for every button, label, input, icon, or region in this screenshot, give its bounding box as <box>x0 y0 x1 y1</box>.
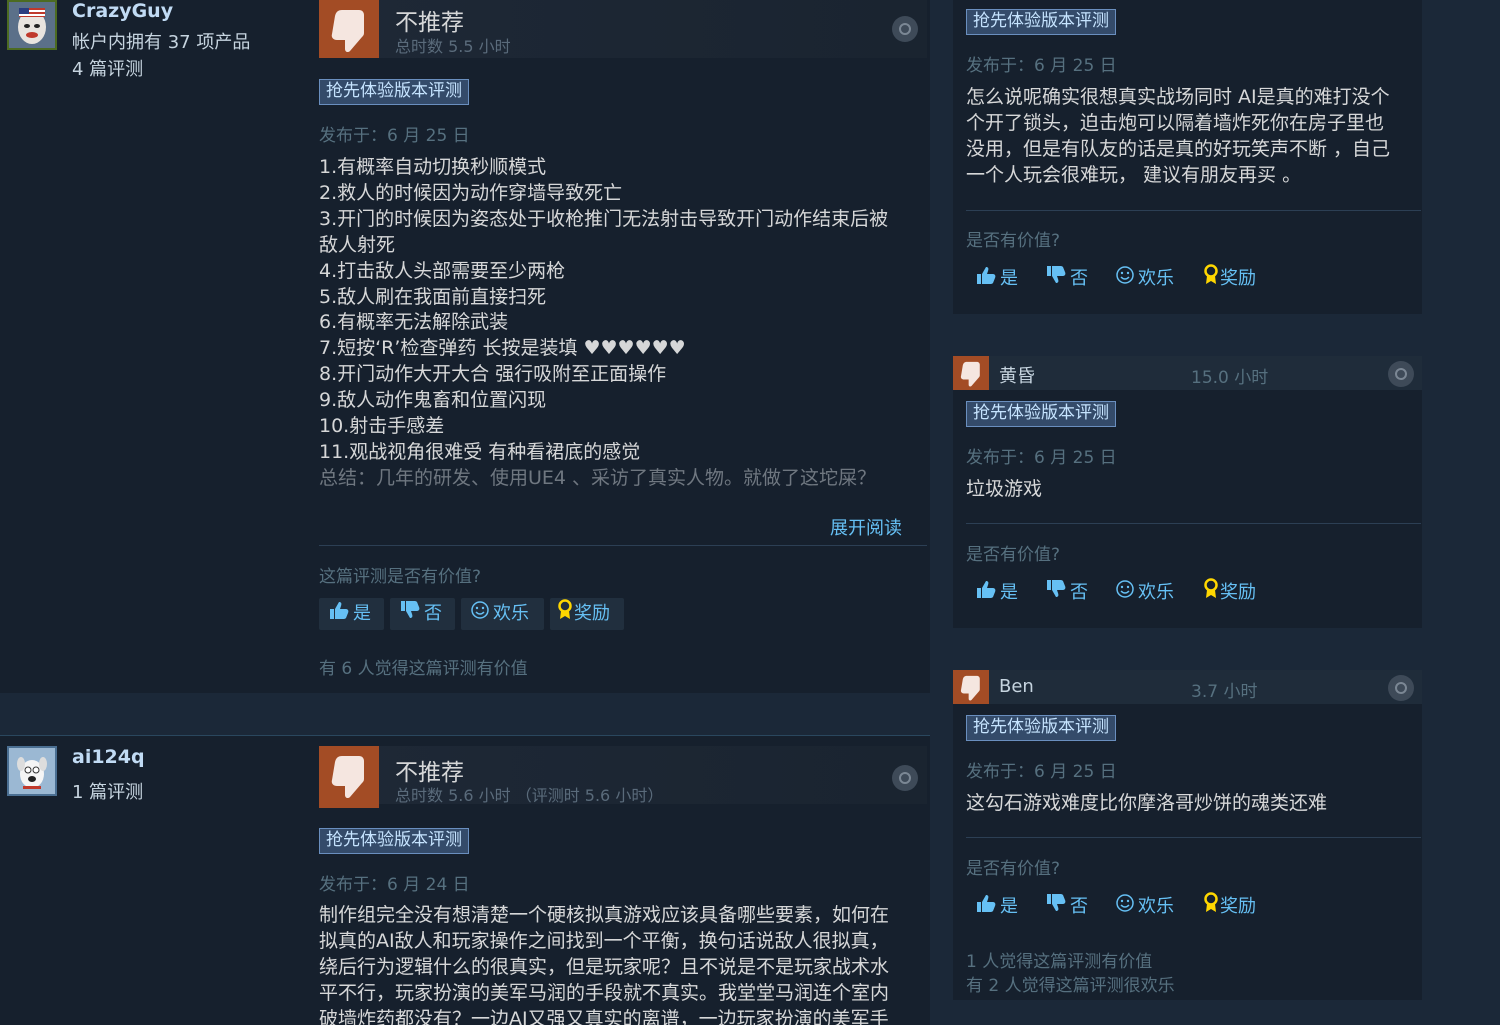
posted-date: 发布于：6 月 24 日 <box>319 875 470 895</box>
early-access-badge: 抢先体验版本评测 <box>319 828 469 854</box>
author-name[interactable]: CrazyGuy <box>72 0 173 22</box>
thumbs-down-icon <box>1046 891 1066 923</box>
divider <box>966 210 1421 211</box>
award-button[interactable]: 奖励 <box>1196 263 1256 295</box>
posted-date: 发布于：6 月 25 日 <box>966 56 1117 76</box>
vote-header[interactable]: 不推荐 总时数 5.5 小时 <box>319 0 927 58</box>
early-access-badge: 抢先体验版本评测 <box>966 401 1116 427</box>
vote-no-button[interactable]: 否 <box>390 598 455 630</box>
author-name[interactable]: ai124q <box>72 746 145 768</box>
thumbs-up-icon <box>329 598 349 630</box>
divider <box>966 523 1421 524</box>
found-helpful: 1 人觉得这篇评测有价值 <box>966 952 1153 972</box>
review-content: 垃圾游戏 <box>966 478 1043 500</box>
steam-icon <box>892 16 918 42</box>
vote-no-button[interactable]: 否 <box>1036 263 1088 295</box>
award-button[interactable]: 奖励 <box>1196 891 1256 923</box>
thumb-down-icon <box>953 670 989 704</box>
reviewer-name[interactable]: 黄昏 <box>999 362 1035 388</box>
award-ribbon-icon <box>558 598 572 630</box>
award-button[interactable]: 奖励 <box>550 598 624 630</box>
posted-date: 发布于：6 月 25 日 <box>319 126 470 146</box>
helpful-question: 是否有价值? <box>966 231 1061 251</box>
thumbs-up-icon <box>976 891 996 923</box>
vote-yes-button[interactable]: 是 <box>966 263 1018 295</box>
playtime: 总时数 5.6 小时 （评测时 5.6 小时） <box>395 786 664 805</box>
thumbs-up-icon <box>976 577 996 609</box>
award-ribbon-icon <box>1204 263 1218 295</box>
helpful-question: 是否有价值? <box>966 545 1061 565</box>
vote-funny-button[interactable]: 欢乐 <box>1106 577 1174 609</box>
vote-title: 不推荐 <box>395 10 464 36</box>
author-reviews[interactable]: 1 篇评测 <box>72 778 143 804</box>
reviewer-name[interactable]: Ben <box>999 676 1034 697</box>
early-access-badge: 抢先体验版本评测 <box>319 79 469 105</box>
vote-funny-button[interactable]: 欢乐 <box>1106 891 1174 923</box>
found-funny: 有 2 人觉得这篇评测很欢乐 <box>966 976 1175 996</box>
award-ribbon-icon <box>1204 577 1218 609</box>
author-products[interactable]: 帐户内拥有 37 项产品 <box>72 28 250 54</box>
vote-funny-button[interactable]: 欢乐 <box>461 598 544 630</box>
playtime: 3.7 小时 <box>1191 682 1258 702</box>
review-content: 制作组完全没有想清楚一个硬核拟真游戏应该具备哪些要素，如何在 拟真的AI敌人和玩… <box>319 904 890 1025</box>
vote-funny-button[interactable]: 欢乐 <box>1106 263 1174 295</box>
vote-yes-button[interactable]: 是 <box>319 598 384 630</box>
early-access-badge: 抢先体验版本评测 <box>966 715 1116 741</box>
author-reviews[interactable]: 4 篇评测 <box>72 55 143 81</box>
vote-header[interactable]: 黄昏 15.0 小时 <box>953 356 1422 390</box>
review-content: 这勾石游戏难度比你摩洛哥炒饼的魂类还难 <box>966 792 1328 814</box>
thumb-down-icon <box>319 746 379 808</box>
thumb-down-icon <box>953 356 989 390</box>
playtime: 15.0 小时 <box>1191 368 1269 388</box>
smiley-icon <box>1116 263 1134 295</box>
clown-mask-icon <box>9 2 55 48</box>
award-button[interactable]: 奖励 <box>1196 577 1256 609</box>
thumb-down-icon <box>319 0 379 58</box>
divider <box>966 837 1421 838</box>
playtime: 总时数 5.5 小时 <box>395 37 511 56</box>
smiley-icon <box>471 598 489 630</box>
vote-no-button[interactable]: 否 <box>1036 577 1088 609</box>
vote-header[interactable]: Ben 3.7 小时 <box>953 670 1422 704</box>
avatar[interactable] <box>7 746 57 796</box>
vote-no-button[interactable]: 否 <box>1036 891 1088 923</box>
found-helpful: 有 6 人觉得这篇评测有价值 <box>319 659 528 679</box>
vote-header[interactable]: 不推荐 总时数 5.6 小时 （评测时 5.6 小时） <box>319 746 927 808</box>
steam-icon <box>892 765 918 791</box>
review-content: 1.有概率自动切换秒顺模式 2.救人的时候因为动作穿墙导致死亡 3.开门的时候因… <box>319 156 889 489</box>
posted-date: 发布于：6 月 25 日 <box>966 762 1117 782</box>
steam-icon <box>1388 361 1414 387</box>
read-more-link[interactable]: 展开阅读 <box>830 514 902 540</box>
review-content: 怎么说呢确实很想真实战场同时 AI是真的难打没个 个开了锁头，迫击炮可以隔着墙炸… <box>966 86 1391 186</box>
smiley-icon <box>1116 891 1134 923</box>
avatar[interactable] <box>7 0 57 50</box>
thumbs-down-icon <box>1046 263 1066 295</box>
steam-icon <box>1388 675 1414 701</box>
helpful-question: 这篇评测是否有价值? <box>319 567 482 587</box>
vote-yes-button[interactable]: 是 <box>966 891 1018 923</box>
vote-yes-button[interactable]: 是 <box>966 577 1018 609</box>
divider <box>319 545 927 546</box>
review-separator <box>0 693 930 735</box>
helpful-question: 是否有价值? <box>966 859 1061 879</box>
early-access-badge: 抢先体验版本评测 <box>966 9 1116 35</box>
smiley-icon <box>1116 577 1134 609</box>
dog-avatar-icon <box>9 748 55 794</box>
thumbs-down-icon <box>400 598 420 630</box>
award-ribbon-icon <box>1204 891 1218 923</box>
posted-date: 发布于：6 月 25 日 <box>966 448 1117 468</box>
thumbs-down-icon <box>1046 577 1066 609</box>
thumbs-up-icon <box>976 263 996 295</box>
